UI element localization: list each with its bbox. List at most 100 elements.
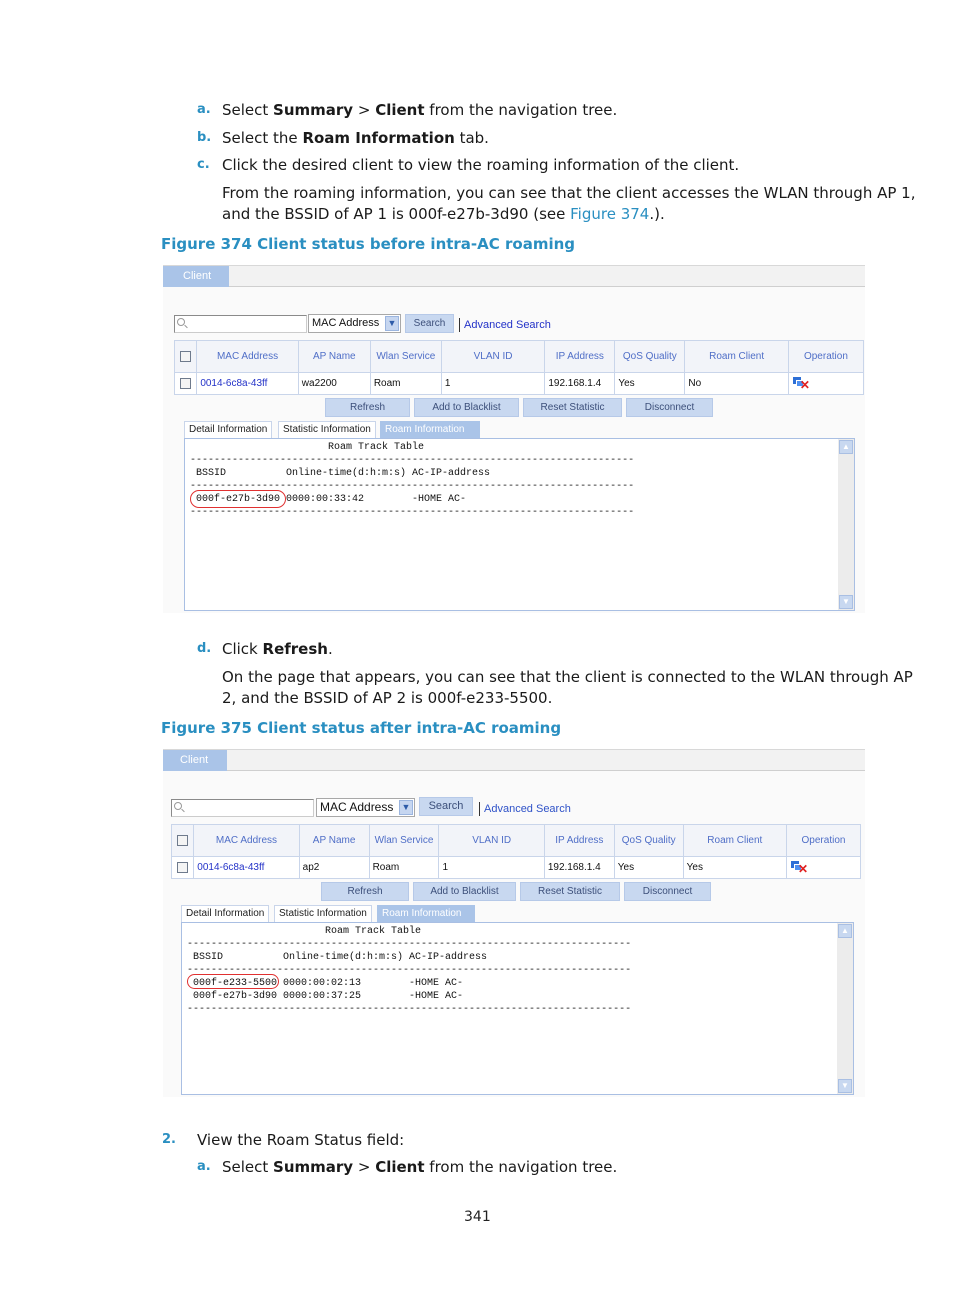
wlan-service-cell: Roam — [368, 856, 440, 879]
detail-tabs: Detail Information Statistic Information… — [184, 421, 484, 438]
select-all-checkbox-cell — [173, 340, 198, 373]
tab-statistic-information[interactable]: Statistic Information — [278, 421, 376, 438]
column-header: Operation — [785, 824, 862, 857]
bold-term: Client — [375, 101, 425, 119]
add-to-blacklist-button[interactable]: Add to Blacklist — [414, 398, 519, 417]
search-field-select[interactable]: MAC Address ▼ — [316, 798, 415, 817]
column-header[interactable]: IP Address — [543, 824, 615, 857]
column-header[interactable]: Wlan Service — [368, 824, 440, 857]
search-field-select[interactable]: MAC Address ▼ — [308, 314, 401, 333]
ip-address-cell: 192.168.1.4 — [544, 372, 616, 395]
tab-statistic-information[interactable]: Statistic Information — [274, 905, 372, 922]
select-all-checkbox[interactable] — [180, 350, 192, 362]
tab-roam-information[interactable]: Roam Information — [380, 421, 480, 438]
page-number: 341 — [464, 1209, 491, 1225]
search-icon — [177, 318, 185, 326]
search-button[interactable]: Search — [405, 314, 454, 333]
client-table: MAC Address AP Name Wlan Service VLAN ID… — [170, 824, 862, 879]
row-checkbox[interactable] — [177, 861, 189, 873]
column-header[interactable]: Wlan Service — [369, 340, 442, 373]
column-header[interactable]: Roam Client — [684, 340, 789, 373]
column-header[interactable]: VLAN ID — [440, 340, 546, 373]
ip-address-cell: 192.168.1.4 — [543, 856, 615, 879]
text: tab. — [454, 129, 489, 147]
scrollbar[interactable]: ▲ ▼ — [838, 439, 854, 610]
disconnect-button[interactable]: Disconnect — [626, 398, 713, 417]
reset-statistic-button[interactable]: Reset Statistic — [523, 398, 622, 417]
scrollbar[interactable]: ▲ ▼ — [837, 923, 853, 1094]
step-2a-text: Select Summary > Client from the navigat… — [222, 1157, 617, 1178]
refresh-button[interactable]: Refresh — [321, 882, 409, 901]
text: and the BSSID of AP 1 is 000f-e27b-3d90 … — [222, 205, 571, 223]
roam-client-cell: Yes — [682, 856, 787, 879]
table-header-row: MAC Address AP Name Wlan Service VLAN ID… — [173, 340, 865, 373]
column-header[interactable]: AP Name — [297, 340, 371, 373]
advanced-search-link[interactable]: Advanced Search — [459, 318, 551, 332]
column-header[interactable]: QoS Quality — [614, 340, 686, 373]
tab-bar: Client — [163, 749, 865, 771]
tab-detail-information[interactable]: Detail Information — [184, 421, 273, 438]
paragraph-1-line-2: and the BSSID of AP 1 is 000f-e27b-3d90 … — [222, 204, 665, 225]
text: . — [327, 640, 333, 658]
roam-client-cell: No — [684, 372, 789, 395]
text: > — [353, 101, 376, 119]
search-input[interactable] — [174, 315, 307, 333]
column-header[interactable]: AP Name — [298, 824, 370, 857]
bold-term: Summary — [273, 1158, 354, 1176]
mac-address-cell[interactable]: 0014-6c8a-43ff — [196, 372, 299, 395]
scroll-up-icon[interactable]: ▲ — [838, 924, 852, 938]
step-marker-2a: a. — [197, 1159, 211, 1174]
tab-client[interactable]: Client — [163, 266, 229, 287]
bold-term: Client — [375, 1158, 425, 1176]
vlan-id-cell: 1 — [438, 856, 545, 879]
scroll-down-icon[interactable]: ▼ — [839, 595, 853, 609]
bold-term: Summary — [273, 101, 354, 119]
ap-name-cell: ap2 — [298, 856, 370, 879]
tab-client[interactable]: Client — [163, 750, 227, 771]
disconnect-button[interactable]: Disconnect — [624, 882, 711, 901]
disconnect-client-icon[interactable]: ✕ — [790, 861, 808, 875]
column-header[interactable]: IP Address — [544, 340, 616, 373]
tab-detail-information[interactable]: Detail Information — [181, 905, 270, 922]
bssid-highlight — [187, 974, 279, 989]
paragraph-1-line-1: From the roaming information, you can se… — [222, 184, 916, 202]
operation-cell: ✕ — [785, 856, 862, 879]
tab-roam-information[interactable]: Roam Information — [377, 905, 475, 922]
column-header[interactable]: QoS Quality — [613, 824, 684, 857]
select-all-checkbox[interactable] — [177, 834, 189, 846]
table-row[interactable]: 0014-6c8a-43ff wa2200 Roam 1 192.168.1.4… — [173, 372, 865, 395]
scroll-up-icon[interactable]: ▲ — [839, 440, 853, 454]
scroll-down-icon[interactable]: ▼ — [838, 1079, 852, 1093]
refresh-button[interactable]: Refresh — [325, 398, 410, 417]
select-value: MAC Address — [312, 317, 380, 329]
column-header[interactable]: MAC Address — [196, 340, 299, 373]
figure-374-link[interactable]: Figure 374 — [570, 205, 649, 223]
step-b-text: Select the Roam Information tab. — [222, 128, 489, 149]
disconnect-client-icon[interactable]: ✕ — [792, 377, 810, 391]
search-button[interactable]: Search — [419, 797, 473, 816]
step-marker-d: d. — [197, 641, 212, 656]
search-icon — [174, 802, 182, 810]
row-checkbox[interactable] — [180, 377, 192, 389]
tab-bar: Client — [163, 265, 865, 287]
table-header-row: MAC Address AP Name Wlan Service VLAN ID… — [170, 824, 862, 857]
detail-tabs: Detail Information Statistic Information… — [181, 905, 481, 922]
text: Select — [222, 101, 274, 119]
table-row[interactable]: 0014-6c8a-43ff ap2 Roam 1 192.168.1.4 Ye… — [170, 856, 862, 879]
search-input[interactable] — [171, 799, 314, 817]
text: from the navigation tree. — [424, 1158, 618, 1176]
vlan-id-cell: 1 — [440, 372, 546, 395]
column-header[interactable]: Roam Client — [682, 824, 787, 857]
step-d-text: Click Refresh. — [222, 639, 333, 660]
advanced-search-link[interactable]: Advanced Search — [479, 802, 571, 816]
mac-address-cell[interactable]: 0014-6c8a-43ff — [193, 856, 300, 879]
column-header[interactable]: MAC Address — [193, 824, 300, 857]
column-header[interactable]: VLAN ID — [438, 824, 545, 857]
column-header: Operation — [787, 340, 865, 373]
row-checkbox-cell — [173, 372, 198, 395]
chevron-down-icon: ▼ — [385, 316, 399, 331]
reset-statistic-button[interactable]: Reset Statistic — [520, 882, 620, 901]
qos-quality-cell: Yes — [613, 856, 684, 879]
row-checkbox-cell — [170, 856, 195, 879]
add-to-blacklist-button[interactable]: Add to Blacklist — [413, 882, 516, 901]
